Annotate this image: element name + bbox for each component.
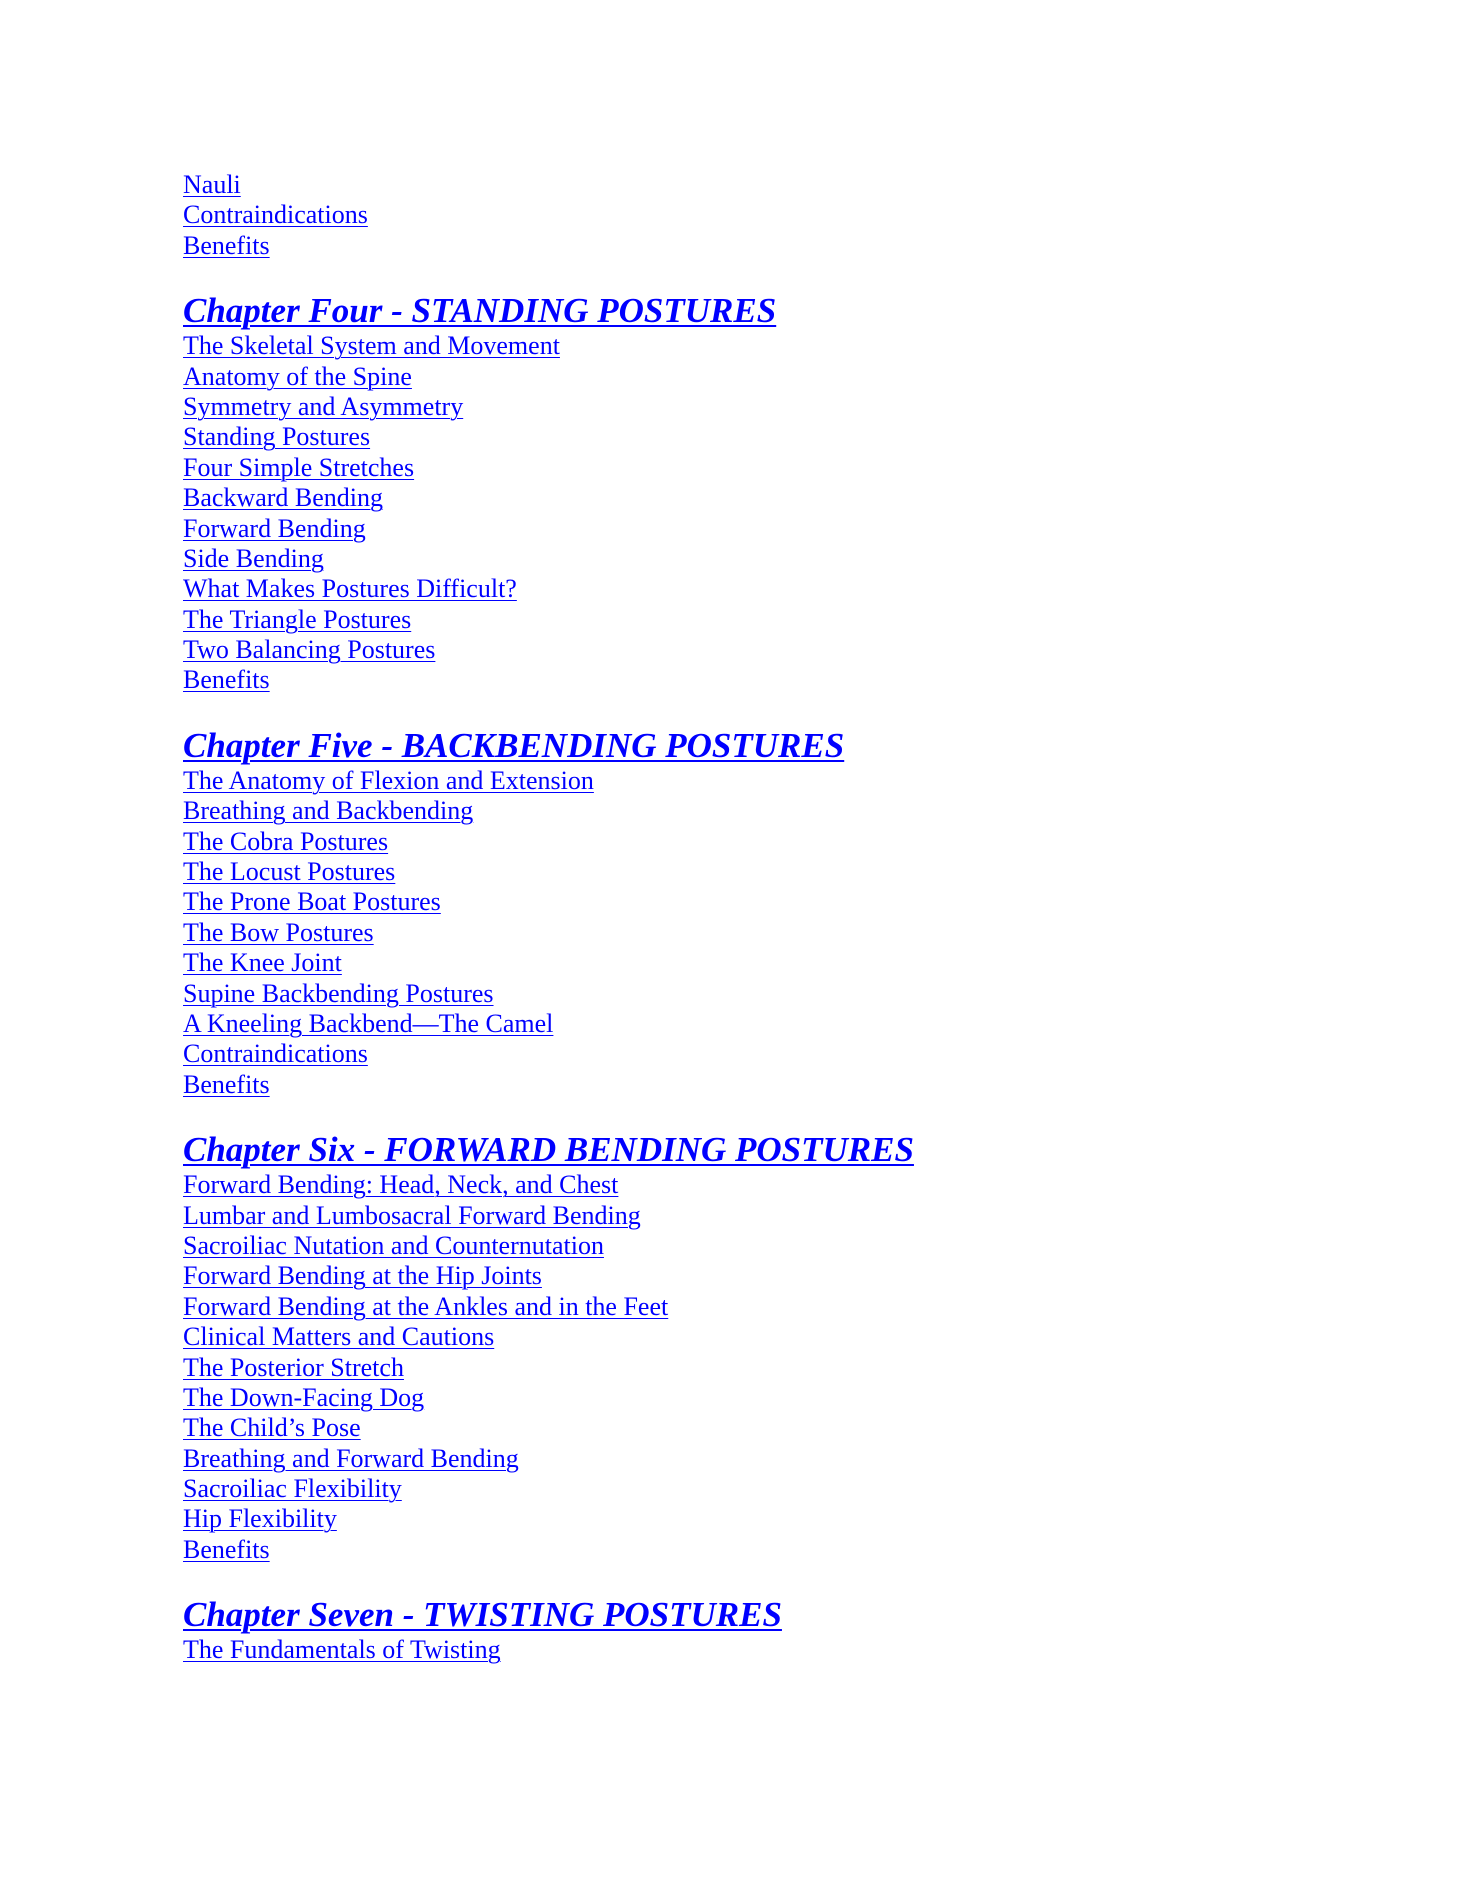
toc-chapter-heading-six[interactable]: Chapter Six - FORWARD BENDING POSTURES [183,1130,1283,1170]
toc-link[interactable]: What Makes Postures Difficult? [183,574,1283,604]
toc-link[interactable]: Backward Bending [183,483,1283,513]
toc-chapter-heading-four[interactable]: Chapter Four - STANDING POSTURES [183,291,1283,331]
toc-chapter-heading-five[interactable]: Chapter Five - BACKBENDING POSTURES [183,726,1283,766]
toc-link[interactable]: The Prone Boat Postures [183,887,1283,917]
toc-link[interactable]: Hip Flexibility [183,1504,1283,1534]
toc-link[interactable]: Breathing and Forward Bending [183,1444,1283,1474]
toc-link[interactable]: Supine Backbending Postures [183,979,1283,1009]
toc-link[interactable]: Four Simple Stretches [183,453,1283,483]
toc-link[interactable]: Forward Bending [183,514,1283,544]
toc-link-benefits[interactable]: Benefits [183,231,1283,261]
toc-link[interactable]: The Cobra Postures [183,827,1283,857]
toc-link[interactable]: Standing Postures [183,422,1283,452]
toc-link[interactable]: Symmetry and Asymmetry [183,392,1283,422]
toc-link-nauli[interactable]: Nauli [183,170,1283,200]
toc-link[interactable]: The Knee Joint [183,948,1283,978]
toc-link[interactable]: The Child’s Pose [183,1413,1283,1443]
toc-link[interactable]: Clinical Matters and Cautions [183,1322,1283,1352]
toc-link[interactable]: The Locust Postures [183,857,1283,887]
toc-link[interactable]: Benefits [183,1535,1283,1565]
toc-link-contraindications[interactable]: Contraindications [183,200,1283,230]
toc-link[interactable]: Contraindications [183,1039,1283,1069]
toc-section-chapter-six: Chapter Six - FORWARD BENDING POSTURES F… [183,1130,1283,1565]
toc-link[interactable]: Forward Bending at the Ankles and in the… [183,1292,1283,1322]
toc-link[interactable]: The Bow Postures [183,918,1283,948]
toc-section-chapter-four: Chapter Four - STANDING POSTURES The Ske… [183,291,1283,696]
toc-link[interactable]: The Posterior Stretch [183,1353,1283,1383]
toc-link[interactable]: Breathing and Backbending [183,796,1283,826]
toc-link[interactable]: The Fundamentals of Twisting [183,1635,1283,1665]
toc-link[interactable]: Lumbar and Lumbosacral Forward Bending [183,1201,1283,1231]
toc-chapter-heading-seven[interactable]: Chapter Seven - TWISTING POSTURES [183,1595,1283,1635]
toc-link[interactable]: Forward Bending at the Hip Joints [183,1261,1283,1291]
toc-section-chapter-three-tail: Nauli Contraindications Benefits [183,170,1283,261]
toc-link[interactable]: Sacroiliac Nutation and Counternutation [183,1231,1283,1261]
toc-link[interactable]: The Triangle Postures [183,605,1283,635]
toc-link[interactable]: The Down-Facing Dog [183,1383,1283,1413]
toc-link[interactable]: The Anatomy of Flexion and Extension [183,766,1283,796]
toc-link[interactable]: The Skeletal System and Movement [183,331,1283,361]
toc-link[interactable]: Anatomy of the Spine [183,362,1283,392]
toc-link[interactable]: Side Bending [183,544,1283,574]
toc-link[interactable]: Benefits [183,665,1283,695]
toc-section-chapter-seven: Chapter Seven - TWISTING POSTURES The Fu… [183,1595,1283,1665]
table-of-contents: Nauli Contraindications Benefits Chapter… [183,170,1283,1666]
toc-link[interactable]: Benefits [183,1070,1283,1100]
toc-link[interactable]: Two Balancing Postures [183,635,1283,665]
toc-link[interactable]: A Kneeling Backbend—The Camel [183,1009,1283,1039]
toc-link[interactable]: Sacroiliac Flexibility [183,1474,1283,1504]
toc-section-chapter-five: Chapter Five - BACKBENDING POSTURES The … [183,726,1283,1100]
toc-link[interactable]: Forward Bending: Head, Neck, and Chest [183,1170,1283,1200]
